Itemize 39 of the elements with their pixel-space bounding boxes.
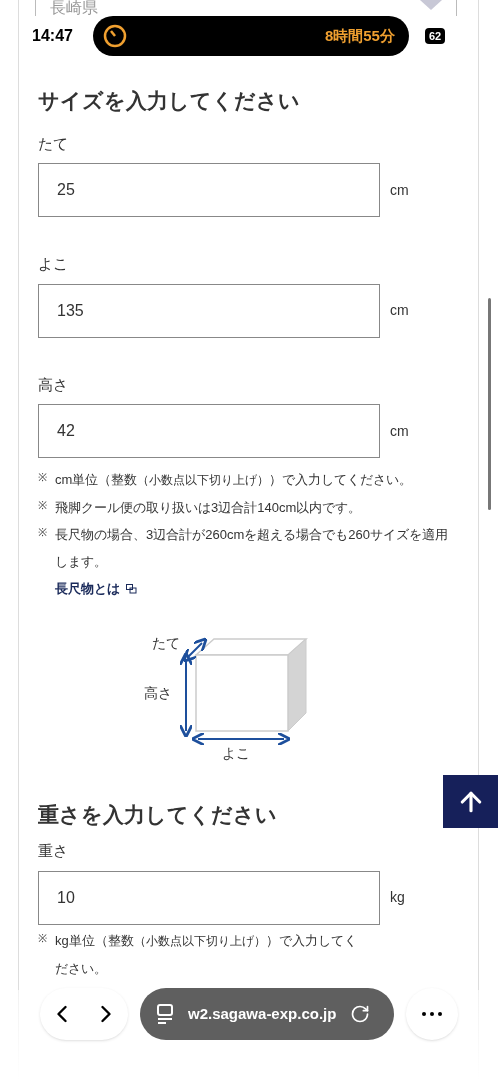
section-title: 重さを入力してください	[38, 801, 278, 828]
note-text: cm単位（整数（小数点以下切り上げ））で入力してください。	[55, 471, 414, 489]
field-label: 高さ	[38, 374, 69, 395]
external-link-icon	[126, 583, 137, 594]
note-text: kg単位（整数（小数点以下切り上げ））で入力してください。	[55, 931, 358, 978]
tabs-icon	[156, 1004, 174, 1024]
unit-label: kg	[390, 888, 405, 907]
battery-icon: 62	[424, 28, 446, 44]
depth-label: たて	[152, 633, 180, 653]
back-to-top-button[interactable]	[443, 775, 498, 828]
note-mark: ※	[38, 930, 48, 946]
field-label: よこ	[38, 254, 69, 274]
unit-label: cm	[390, 421, 409, 441]
note-mark: ※	[38, 525, 48, 540]
input-field[interactable]: 25	[38, 163, 380, 217]
address-bar[interactable]: w2.sagawa-exp.co.jp	[140, 988, 394, 1040]
url-text: w2.sagawa-exp.co.jp	[188, 1003, 337, 1024]
input-field[interactable]: 42	[38, 404, 380, 458]
height-label: 高さ	[144, 683, 172, 703]
unit-label: cm	[390, 180, 409, 200]
note-mark: ※	[38, 498, 48, 513]
dropdown-caret-icon	[420, 0, 442, 10]
input-field[interactable]: 10	[38, 870, 380, 925]
note-text: 飛脚クール便の取り扱いは3辺合計140cm以内です。	[55, 499, 363, 517]
field-label: 重さ	[38, 841, 69, 861]
note-text: 長尺物の場合、3辺合計が260cmを超える場合でも260サイズを適用します。	[55, 526, 449, 571]
link[interactable]: 長尺物とは	[55, 579, 120, 599]
timer-text: 8時間55分	[324, 25, 395, 46]
more-icon	[422, 1012, 442, 1016]
width-label: よこ	[222, 743, 250, 763]
unit-label: cm	[390, 301, 409, 320]
field-label: たて	[38, 133, 69, 154]
section-title: サイズを入力してください	[38, 88, 301, 114]
reload-icon[interactable]	[350, 1004, 371, 1024]
status-time: 14:47	[32, 26, 73, 46]
depth-arrow	[182, 636, 208, 663]
timer-icon	[102, 24, 127, 48]
input-field[interactable]: 135	[38, 283, 380, 338]
note-mark: ※	[38, 470, 48, 485]
